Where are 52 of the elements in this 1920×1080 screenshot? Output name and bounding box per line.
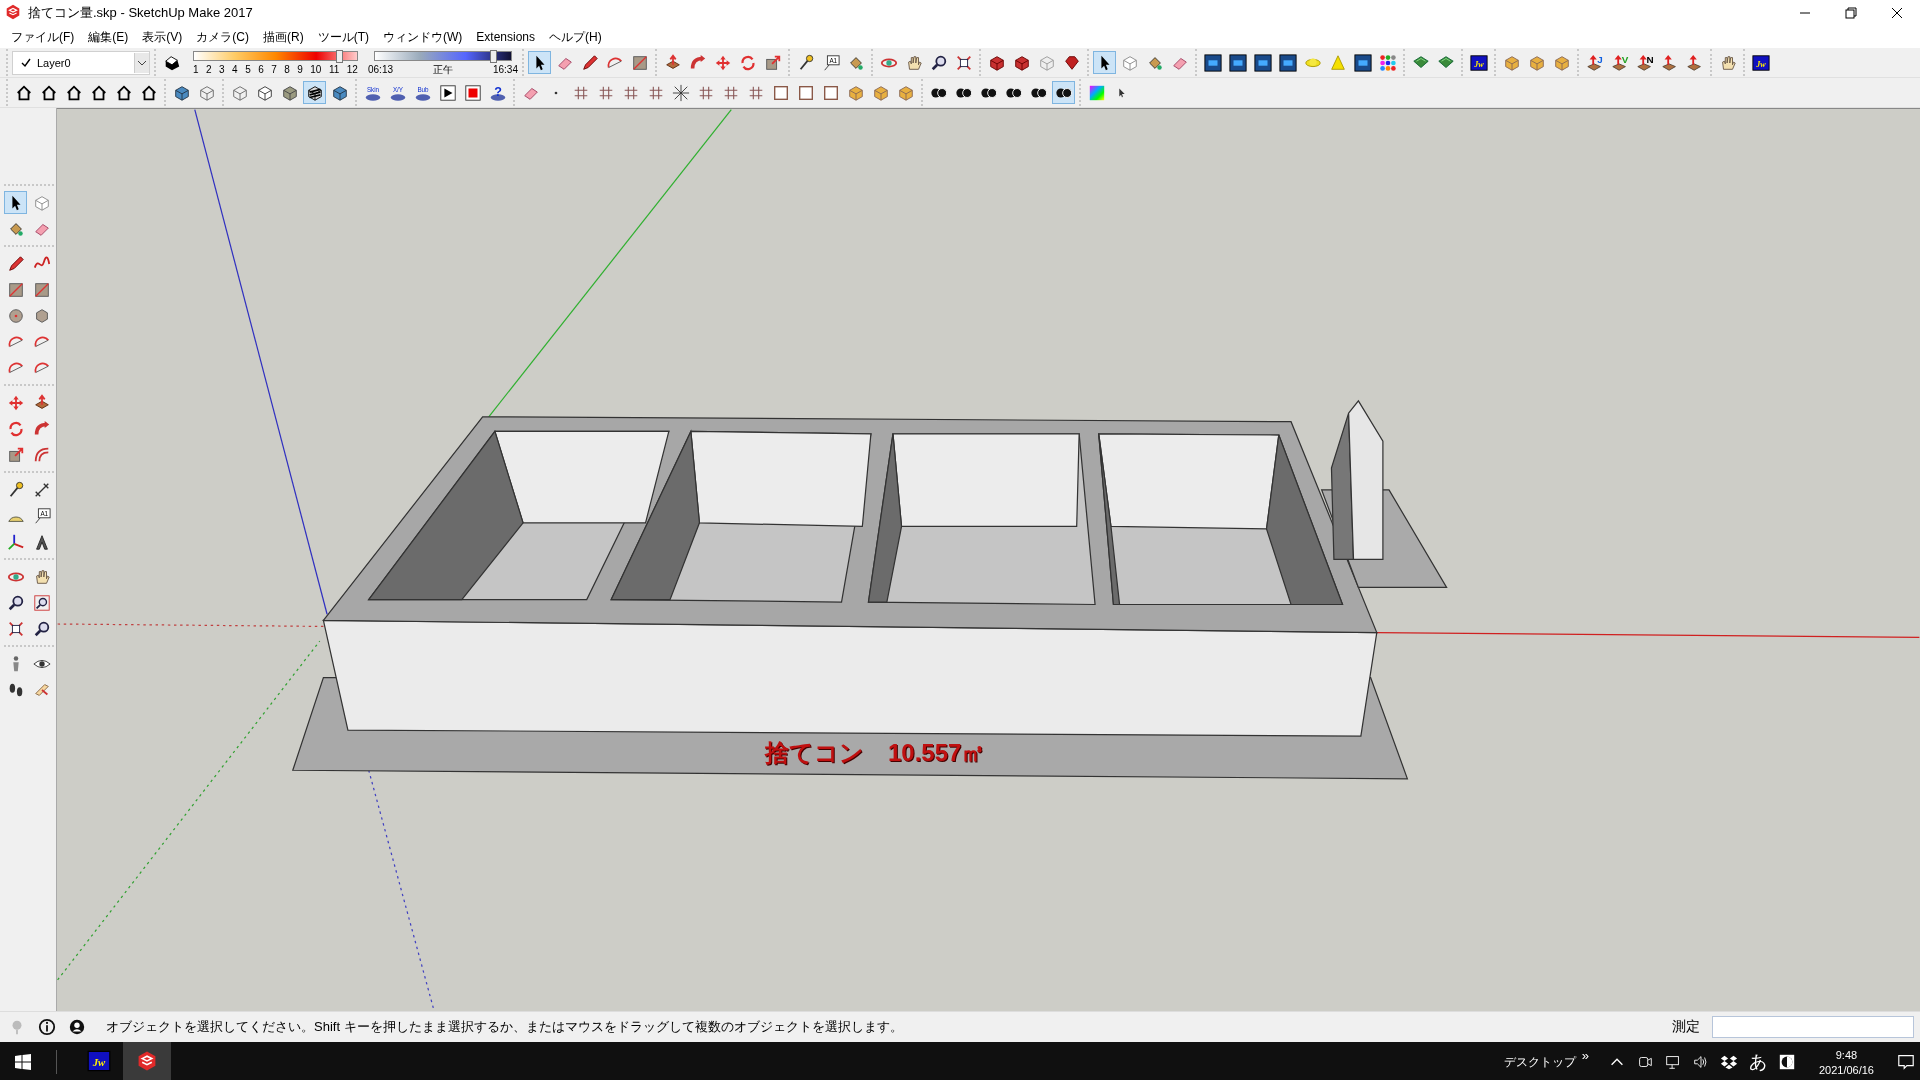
taskbar-app-button[interactable]: Jw — [75, 1042, 123, 1080]
menu-item[interactable]: ヘルプ(H) — [542, 28, 609, 46]
panel-icon[interactable] — [1276, 51, 1299, 74]
menu-item[interactable]: Extensions — [469, 30, 543, 44]
model-label: 捨てコン 10.557㎥ — [765, 738, 986, 768]
time-label: 06:13 — [368, 63, 394, 75]
month-label: 9 — [297, 63, 303, 75]
menu-item[interactable]: ウィンドウ(W) — [376, 28, 470, 46]
time-slider[interactable] — [374, 50, 512, 61]
month-label: 4 — [232, 63, 238, 75]
month-label: 11 — [328, 63, 340, 75]
month-label: 7 — [271, 63, 277, 75]
month-label: 10 — [310, 63, 322, 75]
menu-item[interactable]: 表示(V) — [135, 28, 190, 46]
panel-icon[interactable] — [1226, 51, 1249, 74]
slider-thumb[interactable] — [490, 49, 498, 63]
circles-icon[interactable] — [1052, 81, 1075, 104]
window-title: 捨てコン量.skp - SketchUp Make 2017 — [28, 4, 253, 22]
info-icon[interactable] — [36, 1017, 58, 1037]
month-label: 3 — [219, 63, 225, 75]
time-label: 16:34 — [492, 63, 518, 75]
clock-date: 2021/06/16 — [1818, 1063, 1874, 1076]
month-label: 6 — [258, 63, 264, 75]
time-label: 正午 — [433, 63, 453, 75]
month-label: 2 — [206, 63, 212, 75]
chevron-button[interactable]: » — [1581, 1048, 1589, 1063]
clock-time: 9:48 — [1835, 1048, 1858, 1061]
panel-icon[interactable] — [1351, 51, 1374, 74]
month-label: 1 — [193, 63, 199, 75]
clock[interactable]: 9:48 2021/06/16 — [1818, 1048, 1874, 1076]
menu-item[interactable]: カメラ(C) — [189, 28, 256, 46]
month-label: 12 — [346, 63, 358, 75]
panel-icon[interactable] — [1201, 51, 1224, 74]
dropdown-caret-icon[interactable] — [134, 52, 149, 73]
layer-dropdown[interactable]: Layer0 — [12, 50, 150, 75]
measurements-field[interactable] — [1712, 1016, 1914, 1038]
taskbar-app-button[interactable] — [123, 1042, 171, 1080]
panel-icon[interactable] — [1251, 51, 1274, 74]
menu-item[interactable]: ツール(T) — [310, 28, 376, 46]
menu-item[interactable]: ファイル(F) — [4, 28, 82, 46]
status-message: オブジェクトを選択してください。Shift キーを押したまま選択するか、またはマウスをドラッグして複数のオブジェクトを選択します。 — [106, 1018, 903, 1036]
month-label: 5 — [245, 63, 251, 75]
measurements-label: 測定 — [1672, 1018, 1700, 1036]
month-label: 8 — [284, 63, 290, 75]
ime-mode-indicator[interactable]: あ — [1748, 1050, 1767, 1074]
desktop-toolbar-label[interactable]: デスクトップ — [1503, 1053, 1576, 1071]
striped-cube-icon[interactable] — [303, 81, 326, 104]
slider-thumb[interactable] — [336, 49, 344, 63]
jw-icon: Jw — [87, 1049, 111, 1073]
menu-item[interactable]: 描画(R) — [256, 28, 311, 46]
menu-item[interactable]: 編集(E) — [81, 28, 136, 46]
month-slider[interactable] — [193, 50, 358, 61]
